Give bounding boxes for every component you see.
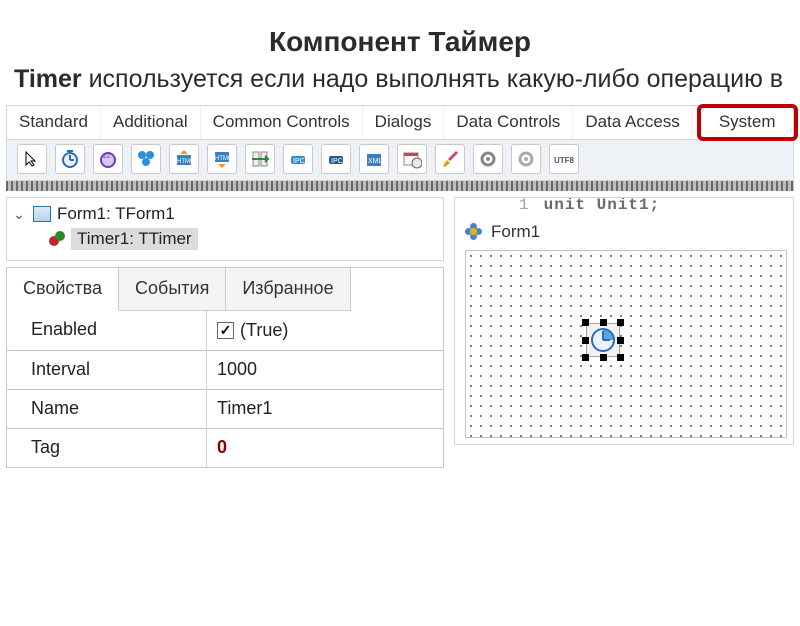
page-title: Компонент Таймер — [0, 26, 800, 58]
designer-caption: Form1 — [455, 198, 793, 248]
idle-timer-icon[interactable]: zZ — [93, 144, 123, 174]
inspector-tab-favorites[interactable]: Избранное — [226, 268, 350, 311]
lazarus-icon — [465, 223, 483, 241]
property-value[interactable]: 1000 — [207, 351, 443, 389]
property-name: Name — [7, 390, 207, 428]
palette-tabs: Standard Additional Common Controls Dial… — [7, 106, 793, 140]
resize-handle[interactable] — [617, 319, 624, 326]
tree-root-label: Form1: TForm1 — [57, 204, 175, 224]
xml-icon[interactable]: XML — [359, 144, 389, 174]
divider-texture — [6, 181, 794, 191]
palette-tab-common[interactable]: Common Controls — [201, 106, 363, 139]
palette-toolbar: zZ HTML HTML IPC IPC XML UTF8 — [7, 140, 793, 180]
file-convert-icon[interactable] — [245, 144, 275, 174]
resize-handle[interactable] — [600, 319, 607, 326]
form-designer-panel: 1unit Unit1; Form1 — [454, 197, 794, 445]
svg-text:zZ: zZ — [103, 153, 112, 160]
checkbox-icon[interactable]: ✓ — [217, 322, 234, 339]
property-row-enabled[interactable]: Enabled ✓ (True) — [7, 311, 443, 350]
timer-component[interactable] — [586, 323, 620, 357]
page-subtitle: Timer используется если надо выполнять к… — [14, 64, 786, 95]
chevron-down-icon[interactable]: ⌄ — [13, 206, 27, 223]
property-row-name[interactable]: Name Timer1 — [7, 389, 443, 428]
palette-tab-datacontrols[interactable]: Data Controls — [444, 106, 573, 139]
resize-handle[interactable] — [582, 319, 589, 326]
html-import-icon[interactable]: HTML — [207, 144, 237, 174]
property-value[interactable]: Timer1 — [207, 390, 443, 428]
gear-icon[interactable] — [473, 144, 503, 174]
tree-child-timer[interactable]: Timer1: TTimer — [49, 226, 437, 252]
inspector-tab-properties[interactable]: Свойства — [7, 268, 119, 311]
svg-text:XML: XML — [368, 158, 383, 165]
component-palette: Standard Additional Common Controls Dial… — [6, 105, 794, 181]
svg-text:IPC: IPC — [331, 158, 343, 165]
html-export-icon[interactable]: HTML — [169, 144, 199, 174]
form-icon — [33, 206, 51, 222]
process-icon[interactable] — [131, 144, 161, 174]
subtitle-rest: используется если надо выполнять какую-л… — [82, 65, 783, 93]
ipc-client-icon[interactable]: IPC — [283, 144, 313, 174]
brush-icon[interactable] — [435, 144, 465, 174]
utf8-icon[interactable]: UTF8 — [549, 144, 579, 174]
resize-handle[interactable] — [617, 337, 624, 344]
resize-handle[interactable] — [617, 354, 624, 361]
property-name: Tag — [7, 429, 207, 467]
resize-handle[interactable] — [582, 354, 589, 361]
svg-text:IPC: IPC — [293, 158, 305, 165]
resize-handle[interactable] — [600, 354, 607, 361]
designer-form-name: Form1 — [491, 222, 540, 242]
timer-icon[interactable] — [55, 144, 85, 174]
date-edit-icon[interactable] — [397, 144, 427, 174]
gear2-icon[interactable] — [511, 144, 541, 174]
component-icon — [49, 231, 65, 247]
tree-root[interactable]: ⌄ Form1: TForm1 — [13, 202, 437, 226]
palette-tab-system[interactable]: System — [697, 104, 798, 141]
svg-text:HTML: HTML — [177, 159, 194, 165]
property-name: Interval — [7, 351, 207, 389]
tree-child-label: Timer1: TTimer — [71, 228, 198, 250]
property-row-tag[interactable]: Tag 0 — [7, 428, 443, 467]
palette-tab-dialogs[interactable]: Dialogs — [363, 106, 445, 139]
object-tree: ⌄ Form1: TForm1 Timer1: TTimer — [6, 197, 444, 261]
inspector-tab-events[interactable]: События — [119, 268, 226, 311]
subtitle-strong: Timer — [14, 65, 82, 93]
property-value[interactable]: ✓ (True) — [207, 311, 443, 350]
ipc-server-icon[interactable]: IPC — [321, 144, 351, 174]
palette-tab-additional[interactable]: Additional — [101, 106, 201, 139]
svg-text:HTML: HTML — [215, 156, 232, 162]
form-designer-surface[interactable] — [465, 250, 787, 438]
property-row-interval[interactable]: Interval 1000 — [7, 350, 443, 389]
palette-tab-dataaccess[interactable]: Data Access — [573, 106, 693, 139]
svg-text:UTF8: UTF8 — [554, 156, 575, 165]
cursor-icon[interactable] — [17, 144, 47, 174]
property-name: Enabled — [7, 311, 207, 350]
palette-tab-standard[interactable]: Standard — [7, 106, 101, 139]
clock-icon — [591, 328, 615, 352]
object-inspector: Свойства События Избранное Enabled ✓ (Tr… — [6, 267, 444, 468]
resize-handle[interactable] — [582, 337, 589, 344]
property-value[interactable]: 0 — [207, 429, 443, 467]
